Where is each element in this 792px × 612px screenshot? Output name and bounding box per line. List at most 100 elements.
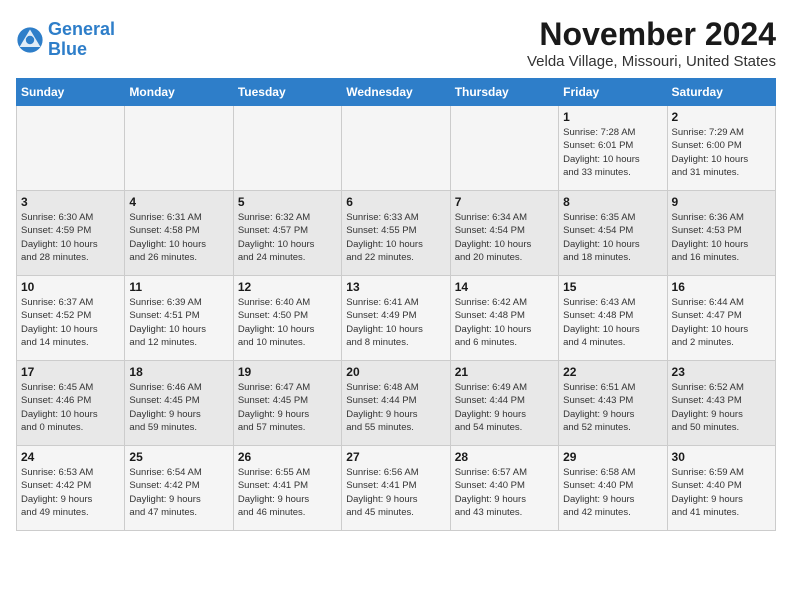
calendar-cell: 29Sunrise: 6:58 AM Sunset: 4:40 PM Dayli… bbox=[559, 446, 667, 531]
calendar-cell: 10 Sunrise: 6:37 AM Sunset: 4:52 PM Dayli… bbox=[17, 276, 125, 361]
calendar-cell bbox=[17, 106, 125, 191]
day-detail: Sunrise: 6:48 AM Sunset: 4:44 PM Dayligh… bbox=[346, 381, 445, 434]
day-detail: Sunrise: 6:33 AM Sunset: 4:55 PM Dayligh… bbox=[346, 211, 445, 264]
logo-text: General Blue bbox=[48, 20, 115, 60]
day-number: 24 bbox=[21, 450, 120, 464]
calendar-cell: 6 Sunrise: 6:33 AM Sunset: 4:55 PM Daylig… bbox=[342, 191, 450, 276]
calendar-table: SundayMondayTuesdayWednesdayThursdayFrid… bbox=[16, 78, 776, 531]
page-header: General Blue November 2024 Velda Village… bbox=[16, 16, 776, 70]
calendar-cell bbox=[450, 106, 558, 191]
page-title: November 2024 bbox=[527, 16, 776, 53]
day-header-friday: Friday bbox=[559, 79, 667, 106]
calendar-cell: 3 Sunrise: 6:30 AM Sunset: 4:59 PM Daylig… bbox=[17, 191, 125, 276]
day-number: 12 bbox=[238, 280, 337, 294]
calendar-week-row: 24 Sunrise: 6:53 AM Sunset: 4:42 PM Dayli… bbox=[17, 446, 776, 531]
calendar-cell bbox=[233, 106, 341, 191]
day-header-thursday: Thursday bbox=[450, 79, 558, 106]
day-number: 25 bbox=[129, 450, 228, 464]
calendar-week-row: 3 Sunrise: 6:30 AM Sunset: 4:59 PM Daylig… bbox=[17, 191, 776, 276]
day-number: 5 bbox=[238, 195, 337, 209]
calendar-cell: 19Sunrise: 6:47 AM Sunset: 4:45 PM Dayli… bbox=[233, 361, 341, 446]
logo-icon bbox=[16, 26, 44, 54]
day-detail: Sunrise: 6:56 AM Sunset: 4:41 PM Dayligh… bbox=[346, 466, 445, 519]
day-detail: Sunrise: 6:32 AM Sunset: 4:57 PM Dayligh… bbox=[238, 211, 337, 264]
day-number: 28 bbox=[455, 450, 554, 464]
calendar-cell: 16 Sunrise: 6:44 AM Sunset: 4:47 PM Dayli… bbox=[667, 276, 775, 361]
calendar-cell: 4 Sunrise: 6:31 AM Sunset: 4:58 PM Daylig… bbox=[125, 191, 233, 276]
calendar-cell: 25 Sunrise: 6:54 AM Sunset: 4:42 PM Dayli… bbox=[125, 446, 233, 531]
day-detail: Sunrise: 6:44 AM Sunset: 4:47 PM Dayligh… bbox=[672, 296, 771, 349]
day-header-monday: Monday bbox=[125, 79, 233, 106]
calendar-cell: 14 Sunrise: 6:42 AM Sunset: 4:48 PM Dayli… bbox=[450, 276, 558, 361]
day-number: 7 bbox=[455, 195, 554, 209]
page-subtitle: Velda Village, Missouri, United States bbox=[527, 53, 776, 70]
day-number: 9 bbox=[672, 195, 771, 209]
day-detail: Sunrise: 6:41 AM Sunset: 4:49 PM Dayligh… bbox=[346, 296, 445, 349]
day-number: 1 bbox=[563, 110, 662, 124]
calendar-cell bbox=[342, 106, 450, 191]
day-detail: Sunrise: 6:36 AM Sunset: 4:53 PM Dayligh… bbox=[672, 211, 771, 264]
day-number: 26 bbox=[238, 450, 337, 464]
calendar-cell: 20 Sunrise: 6:48 AM Sunset: 4:44 PM Dayli… bbox=[342, 361, 450, 446]
calendar-cell: 9 Sunrise: 6:36 AM Sunset: 4:53 PM Daylig… bbox=[667, 191, 775, 276]
day-detail: Sunrise: 7:29 AM Sunset: 6:00 PM Dayligh… bbox=[672, 126, 771, 179]
day-detail: Sunrise: 6:57 AM Sunset: 4:40 PM Dayligh… bbox=[455, 466, 554, 519]
day-detail: Sunrise: 6:37 AM Sunset: 4:52 PM Dayligh… bbox=[21, 296, 120, 349]
day-number: 6 bbox=[346, 195, 445, 209]
day-number: 4 bbox=[129, 195, 228, 209]
day-detail: Sunrise: 6:47 AM Sunset: 4:45 PM Dayligh… bbox=[238, 381, 337, 434]
day-number: 13 bbox=[346, 280, 445, 294]
day-detail: Sunrise: 6:52 AM Sunset: 4:43 PM Dayligh… bbox=[672, 381, 771, 434]
calendar-cell: 26Sunrise: 6:55 AM Sunset: 4:41 PM Dayli… bbox=[233, 446, 341, 531]
day-number: 21 bbox=[455, 365, 554, 379]
title-area: November 2024 Velda Village, Missouri, U… bbox=[527, 16, 776, 70]
calendar-cell: 30Sunrise: 6:59 AM Sunset: 4:40 PM Dayli… bbox=[667, 446, 775, 531]
calendar-cell bbox=[125, 106, 233, 191]
day-detail: Sunrise: 6:51 AM Sunset: 4:43 PM Dayligh… bbox=[563, 381, 662, 434]
day-number: 3 bbox=[21, 195, 120, 209]
day-number: 20 bbox=[346, 365, 445, 379]
day-detail: Sunrise: 6:40 AM Sunset: 4:50 PM Dayligh… bbox=[238, 296, 337, 349]
calendar-cell: 1 Sunrise: 7:28 AM Sunset: 6:01 PM Daylig… bbox=[559, 106, 667, 191]
day-header-wednesday: Wednesday bbox=[342, 79, 450, 106]
calendar-cell: 15Sunrise: 6:43 AM Sunset: 4:48 PM Dayli… bbox=[559, 276, 667, 361]
day-number: 14 bbox=[455, 280, 554, 294]
calendar-cell: 8Sunrise: 6:35 AM Sunset: 4:54 PM Daylig… bbox=[559, 191, 667, 276]
calendar-cell: 27 Sunrise: 6:56 AM Sunset: 4:41 PM Dayli… bbox=[342, 446, 450, 531]
day-number: 17 bbox=[21, 365, 120, 379]
day-detail: Sunrise: 6:39 AM Sunset: 4:51 PM Dayligh… bbox=[129, 296, 228, 349]
calendar-cell: 18Sunrise: 6:46 AM Sunset: 4:45 PM Dayli… bbox=[125, 361, 233, 446]
calendar-cell: 28 Sunrise: 6:57 AM Sunset: 4:40 PM Dayli… bbox=[450, 446, 558, 531]
day-number: 10 bbox=[21, 280, 120, 294]
day-number: 30 bbox=[672, 450, 771, 464]
calendar-cell: 2 Sunrise: 7:29 AM Sunset: 6:00 PM Daylig… bbox=[667, 106, 775, 191]
day-header-sunday: Sunday bbox=[17, 79, 125, 106]
day-detail: Sunrise: 6:49 AM Sunset: 4:44 PM Dayligh… bbox=[455, 381, 554, 434]
day-header-tuesday: Tuesday bbox=[233, 79, 341, 106]
calendar-cell: 17 Sunrise: 6:45 AM Sunset: 4:46 PM Dayli… bbox=[17, 361, 125, 446]
day-number: 27 bbox=[346, 450, 445, 464]
day-detail: Sunrise: 7:28 AM Sunset: 6:01 PM Dayligh… bbox=[563, 126, 662, 179]
calendar-cell: 5 Sunrise: 6:32 AM Sunset: 4:57 PM Daylig… bbox=[233, 191, 341, 276]
calendar-header-row: SundayMondayTuesdayWednesdayThursdayFrid… bbox=[17, 79, 776, 106]
day-number: 16 bbox=[672, 280, 771, 294]
day-detail: Sunrise: 6:54 AM Sunset: 4:42 PM Dayligh… bbox=[129, 466, 228, 519]
calendar-cell: 11 Sunrise: 6:39 AM Sunset: 4:51 PM Dayli… bbox=[125, 276, 233, 361]
day-detail: Sunrise: 6:46 AM Sunset: 4:45 PM Dayligh… bbox=[129, 381, 228, 434]
day-detail: Sunrise: 6:45 AM Sunset: 4:46 PM Dayligh… bbox=[21, 381, 120, 434]
day-number: 15 bbox=[563, 280, 662, 294]
calendar-week-row: 10 Sunrise: 6:37 AM Sunset: 4:52 PM Dayli… bbox=[17, 276, 776, 361]
day-detail: Sunrise: 6:31 AM Sunset: 4:58 PM Dayligh… bbox=[129, 211, 228, 264]
day-number: 8 bbox=[563, 195, 662, 209]
day-number: 23 bbox=[672, 365, 771, 379]
day-detail: Sunrise: 6:30 AM Sunset: 4:59 PM Dayligh… bbox=[21, 211, 120, 264]
day-number: 2 bbox=[672, 110, 771, 124]
day-number: 11 bbox=[129, 280, 228, 294]
calendar-cell: 24 Sunrise: 6:53 AM Sunset: 4:42 PM Dayli… bbox=[17, 446, 125, 531]
calendar-cell: 7Sunrise: 6:34 AM Sunset: 4:54 PM Daylig… bbox=[450, 191, 558, 276]
calendar-cell: 23 Sunrise: 6:52 AM Sunset: 4:43 PM Dayli… bbox=[667, 361, 775, 446]
day-detail: Sunrise: 6:42 AM Sunset: 4:48 PM Dayligh… bbox=[455, 296, 554, 349]
day-number: 22 bbox=[563, 365, 662, 379]
day-detail: Sunrise: 6:53 AM Sunset: 4:42 PM Dayligh… bbox=[21, 466, 120, 519]
day-detail: Sunrise: 6:58 AM Sunset: 4:40 PM Dayligh… bbox=[563, 466, 662, 519]
